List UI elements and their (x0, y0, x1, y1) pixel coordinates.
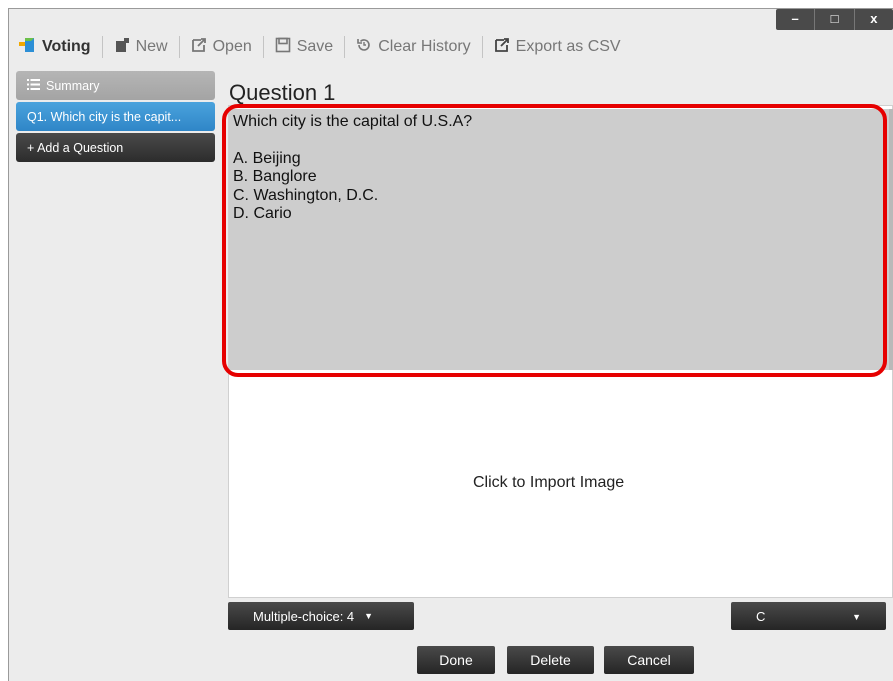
cancel-button[interactable]: Cancel (604, 646, 694, 674)
voting-icon (18, 36, 36, 59)
window-controls: – □ x (776, 9, 893, 30)
clear-history-label: Clear History (378, 38, 471, 55)
toolbar-divider (481, 36, 483, 58)
toolbar-divider (262, 36, 264, 58)
new-file-icon (114, 37, 130, 58)
sidebar-item-label: Q1. Which city is the capit... (27, 109, 182, 124)
add-question-button[interactable]: + Add a Question (16, 133, 215, 162)
correct-answer-value: C (756, 608, 766, 624)
delete-button[interactable]: Delete (507, 646, 594, 674)
save-icon (275, 37, 291, 58)
done-button[interactable]: Done (417, 646, 495, 674)
toolbar: Voting New Open Save Clear History Expor… (18, 34, 621, 60)
toolbar-divider (178, 36, 180, 58)
correct-answer-select[interactable]: C ▼ (731, 602, 886, 630)
toolbar-divider (344, 36, 346, 58)
open-icon (191, 37, 207, 58)
open-label: Open (212, 38, 252, 55)
highlight-box (222, 104, 887, 377)
export-icon (494, 37, 510, 58)
open-button[interactable]: Open (191, 34, 252, 60)
dropdown-arrow-icon: ▼ (364, 611, 374, 621)
toolbar-divider (101, 36, 103, 58)
close-button[interactable]: x (853, 9, 893, 30)
new-button[interactable]: New (114, 34, 168, 60)
question-type-select[interactable]: Multiple-choice: 4 ▼ (228, 602, 414, 630)
new-label: New (135, 38, 168, 55)
sidebar-item-question-1[interactable]: Q1. Which city is the capit... (16, 102, 215, 131)
history-icon (356, 37, 372, 58)
export-csv-button[interactable]: Export as CSV (494, 34, 621, 60)
import-image-area[interactable]: Click to Import Image (473, 474, 624, 492)
clear-history-button[interactable]: Clear History (356, 34, 471, 60)
sidebar-item-label: + Add a Question (27, 140, 124, 155)
save-label: Save (296, 38, 334, 55)
app-title: Voting (18, 34, 91, 60)
question-type-value: Multiple-choice: 4 (253, 608, 355, 624)
app-name: Voting (42, 38, 91, 55)
export-label: Export as CSV (515, 38, 621, 55)
save-button[interactable]: Save (275, 34, 333, 60)
question-sidebar: Summary Q1. Which city is the capit... +… (16, 71, 215, 164)
minimize-button[interactable]: – (776, 9, 814, 30)
list-icon (27, 78, 40, 93)
question-title: Question 1 (229, 80, 336, 105)
sidebar-item-summary[interactable]: Summary (16, 71, 215, 100)
dropdown-arrow-icon: ▼ (852, 612, 861, 622)
sidebar-item-label: Summary (46, 78, 100, 93)
maximize-button[interactable]: □ (814, 9, 853, 30)
